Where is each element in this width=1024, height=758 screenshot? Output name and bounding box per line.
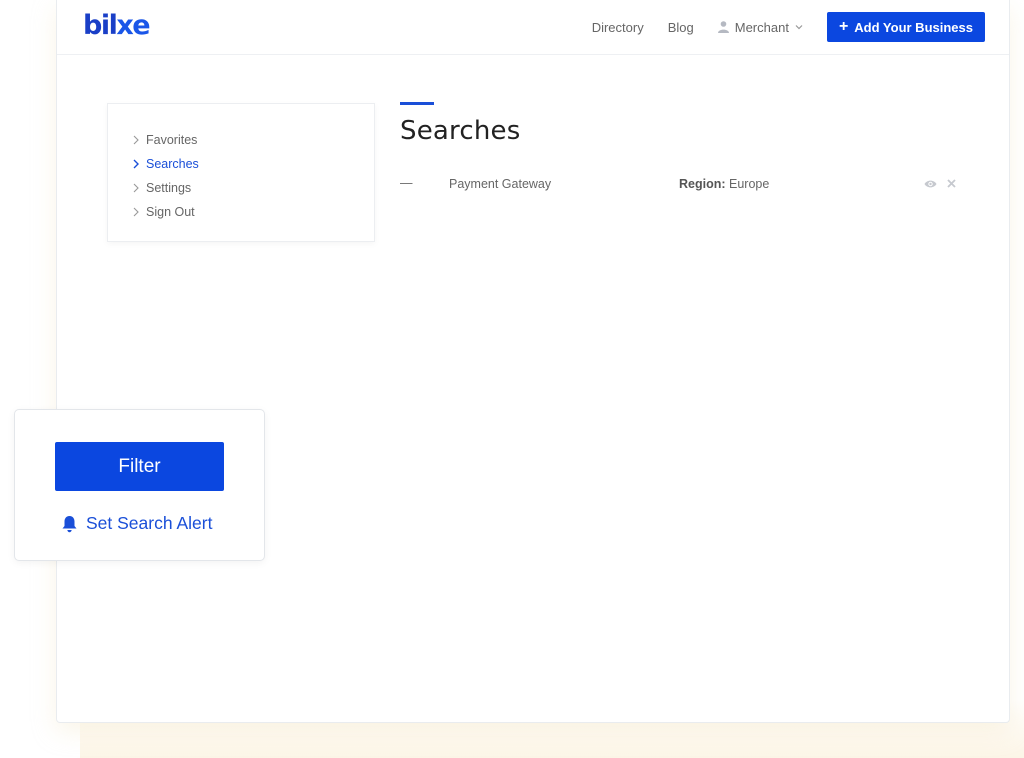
chevron-down-icon: [795, 25, 803, 30]
saved-search-row: — Payment Gateway Region: Europe: [400, 174, 960, 196]
title-accent-bar: [400, 102, 434, 105]
sidebar-item-label: Favorites: [146, 133, 198, 147]
sidebar-item-favorites[interactable]: Favorites: [132, 128, 374, 152]
account-sidebar: Favorites Searches Settings Sign Out: [107, 103, 375, 242]
search-name: Payment Gateway: [449, 177, 552, 191]
add-business-button[interactable]: + Add Your Business: [826, 12, 985, 42]
sidebar-item-label: Sign Out: [146, 205, 195, 219]
site-header: bilxe Directory Blog Merchant + Add Your…: [57, 0, 1009, 55]
filter-panel: Filter Set Search Alert: [14, 409, 265, 561]
alert-label: Set Search Alert: [86, 513, 213, 533]
page-title: Searches: [400, 116, 521, 146]
logo-accent: xe: [116, 10, 150, 41]
logo[interactable]: bilxe: [83, 10, 151, 42]
region-label: Region:: [679, 177, 726, 191]
sidebar-item-settings[interactable]: Settings: [132, 176, 374, 200]
chevron-right-icon: [133, 159, 139, 169]
merchant-menu[interactable]: Merchant: [717, 19, 803, 35]
page-frame: bilxe Directory Blog Merchant + Add Your…: [56, 0, 1010, 723]
sidebar-item-searches[interactable]: Searches: [132, 152, 374, 176]
nav-directory[interactable]: Directory: [592, 20, 644, 35]
search-region: Region: Europe: [679, 177, 769, 191]
sidebar-item-label: Searches: [146, 157, 199, 171]
close-icon[interactable]: [947, 179, 956, 188]
chevron-right-icon: [133, 135, 139, 145]
set-search-alert-link[interactable]: Set Search Alert: [61, 513, 212, 534]
plus-icon: +: [838, 18, 849, 35]
main-nav: Directory Blog Merchant + Add Your Busin…: [592, 12, 985, 42]
nav-blog[interactable]: Blog: [668, 20, 694, 35]
row-dash: —: [400, 176, 413, 190]
eye-icon[interactable]: [924, 179, 937, 189]
merchant-label: Merchant: [734, 19, 789, 35]
sidebar-item-label: Settings: [146, 181, 192, 195]
bell-icon: [62, 515, 77, 532]
region-value: Europe: [729, 177, 770, 191]
chevron-right-icon: [133, 183, 139, 193]
sidebar-item-sign-out[interactable]: Sign Out: [132, 200, 374, 224]
filter-button[interactable]: Filter: [55, 442, 224, 491]
logo-main: bil: [83, 10, 118, 41]
add-business-label: Add Your Business: [854, 19, 973, 35]
chevron-right-icon: [133, 207, 139, 217]
user-icon: [717, 21, 729, 33]
